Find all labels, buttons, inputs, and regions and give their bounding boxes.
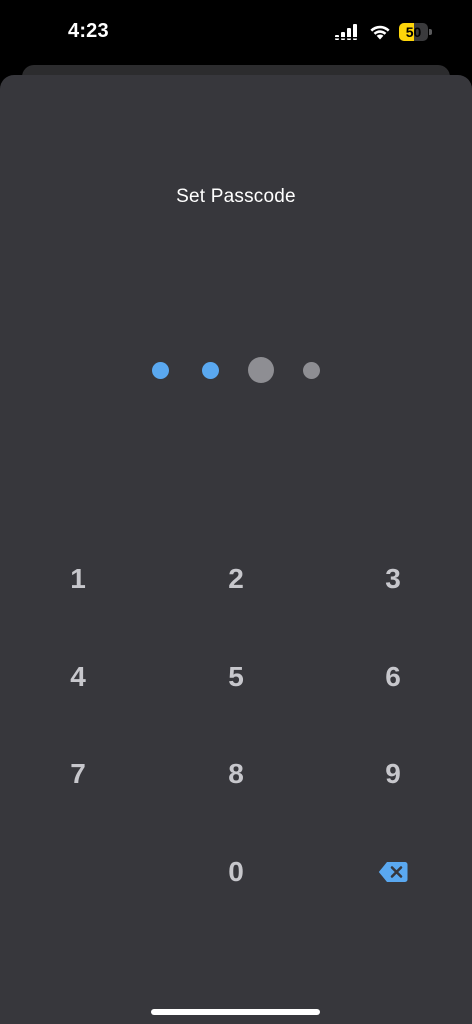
screen: 4:23 50 Set Passcode 1 2 3 4 5 6 7 8 9 0 <box>0 0 472 1024</box>
key-3[interactable]: 3 <box>333 549 453 609</box>
delete-button[interactable] <box>333 842 453 902</box>
key-5[interactable]: 5 <box>176 647 296 707</box>
status-time: 4:23 <box>68 20 109 42</box>
battery-level: 50 <box>405 24 422 40</box>
battery-icon: 50 <box>399 23 432 41</box>
passcode-dot <box>302 361 320 379</box>
key-8[interactable]: 8 <box>176 744 296 804</box>
passcode-dot <box>248 357 274 383</box>
key-0[interactable]: 0 <box>176 842 296 902</box>
passcode-dot <box>201 361 219 379</box>
key-1[interactable]: 1 <box>18 549 138 609</box>
status-indicators: 50 <box>335 21 432 43</box>
key-6[interactable]: 6 <box>333 647 453 707</box>
passcode-dot <box>151 361 169 379</box>
home-indicator[interactable] <box>151 1009 320 1015</box>
key-4[interactable]: 4 <box>18 647 138 707</box>
key-2[interactable]: 2 <box>176 549 296 609</box>
key-7[interactable]: 7 <box>18 744 138 804</box>
key-9[interactable]: 9 <box>333 744 453 804</box>
cellular-signal-icon <box>335 24 357 40</box>
status-bar: 4:23 50 <box>0 0 472 62</box>
page-title: Set Passcode <box>176 186 296 207</box>
wifi-icon <box>370 25 390 40</box>
delete-backspace-icon <box>378 862 408 882</box>
